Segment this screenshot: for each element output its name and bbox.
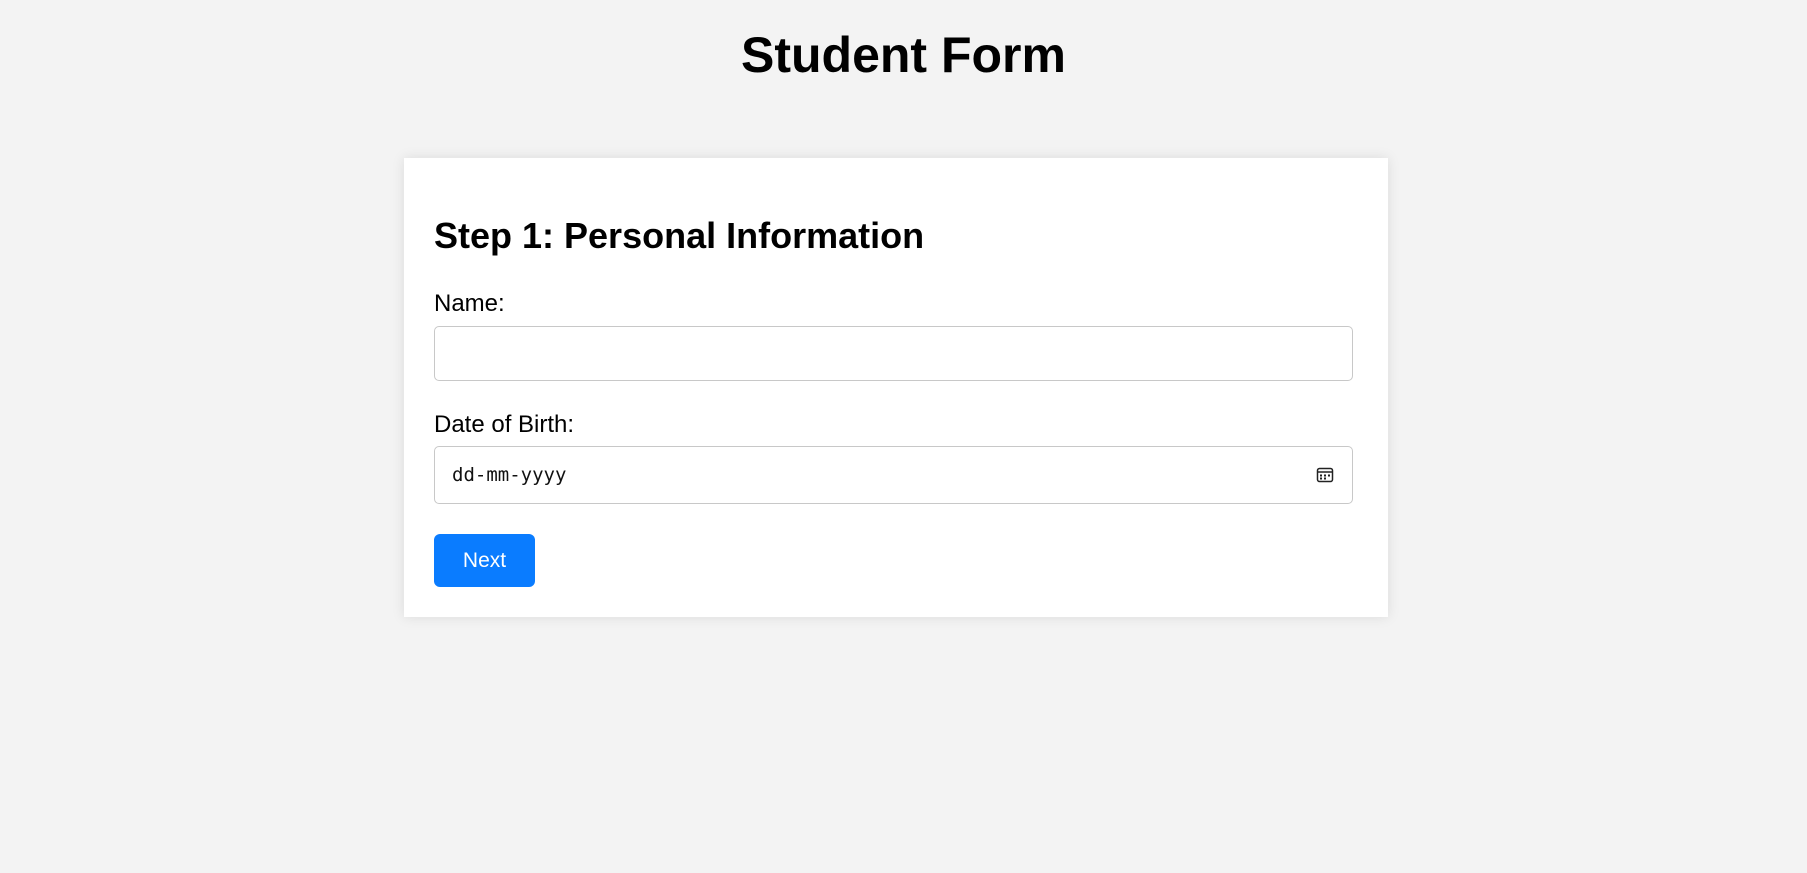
calendar-icon[interactable] [1315,465,1335,485]
name-label: Name: [434,290,505,317]
date-of-birth-label: Date of Birth: [434,411,575,438]
name-input[interactable] [434,326,1353,381]
date-of-birth-placeholder: dd-mm-yyyy [452,464,567,486]
step-title: Step 1: Personal Information [434,215,925,256]
student-form-card: Step 1: Personal Information Name: Date … [404,158,1388,617]
next-button[interactable]: Next [434,534,535,587]
date-of-birth-input[interactable]: dd-mm-yyyy [434,446,1353,504]
page-title: Student Form [741,27,1066,83]
